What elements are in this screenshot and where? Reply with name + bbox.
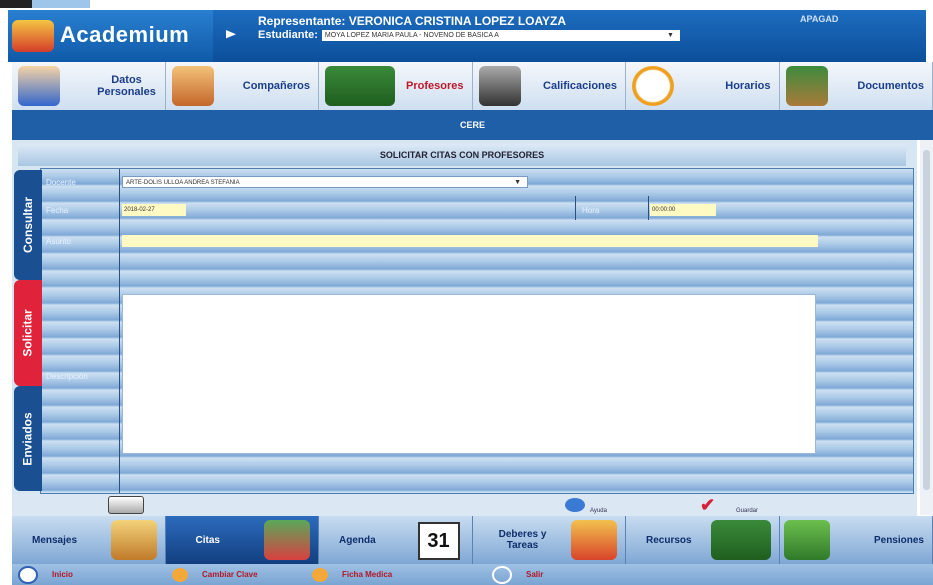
nav-label: Pensiones: [873, 534, 924, 546]
docente-label: Docente: [46, 178, 76, 187]
descripcion-textarea[interactable]: [122, 294, 816, 454]
footer-bar: Inicio Cambiar Clave Ficha Medica Salir: [12, 564, 933, 585]
nav-label: Compañeros: [242, 80, 310, 92]
footer-label: Inicio: [52, 570, 73, 579]
form-subtitle: SOLICITAR CITAS CON PROFESORES: [18, 144, 906, 166]
divider: [648, 196, 649, 220]
nav-label: Profesores: [406, 80, 464, 92]
money-icon: [783, 520, 830, 560]
nav-label: Mensajes: [32, 534, 78, 546]
nav-companeros[interactable]: Compañeros: [165, 62, 319, 110]
nav-recursos[interactable]: Recursos: [626, 516, 780, 564]
footer-label: Salir: [526, 570, 544, 579]
clock-icon: [632, 66, 674, 106]
student-select-value: MOYA LOPEZ MARIA PAULA - NOVENO DE BASIC…: [324, 31, 499, 39]
footer-inicio[interactable]: Inicio: [12, 564, 172, 585]
key-icon: [172, 567, 188, 582]
nav-deberes-tareas[interactable]: Deberes y Tareas: [472, 516, 626, 564]
asunto-field[interactable]: [122, 235, 818, 247]
main-nav: Datos Personales Compañeros Profesores C…: [12, 62, 933, 110]
power-icon: [492, 565, 512, 584]
footer-cambiar-clave[interactable]: Cambiar Clave: [172, 564, 312, 585]
help-label: Ayuda: [590, 508, 607, 514]
calendar-icon: 31: [417, 522, 460, 560]
scrollbar-thumb[interactable]: [923, 150, 930, 490]
representante-name: VERONICA CRISTINA LOPEZ LOAYZA: [348, 14, 567, 28]
chevron-down-icon: ▼: [514, 179, 521, 186]
student-select[interactable]: MOYA LOPEZ MARIA PAULA - NOVENO DE BASIC…: [321, 29, 680, 41]
nav-pensiones[interactable]: Pensiones: [779, 516, 933, 564]
home-icon: [18, 565, 38, 584]
meeting-icon: [264, 520, 310, 560]
nav-label: Recursos: [646, 534, 692, 546]
top-right-label: APAGAD: [800, 14, 839, 24]
scrollbar[interactable]: [920, 140, 933, 515]
person-icon: [18, 66, 60, 106]
corner-logo: [0, 0, 90, 8]
nav-documentos[interactable]: Documentos: [779, 62, 933, 110]
app-name: Academium: [60, 22, 190, 47]
document-icon[interactable]: [108, 496, 144, 514]
footer-label: Cambiar Clave: [202, 570, 258, 579]
books-icon: [785, 66, 828, 106]
label-column: [42, 169, 120, 493]
grades-icon: [478, 66, 521, 106]
nav-calificaciones[interactable]: Calificaciones: [472, 62, 626, 110]
tab-label: Enviados: [21, 411, 36, 466]
academium-logo-icon: [12, 20, 54, 52]
nav-horarios[interactable]: Horarios: [626, 62, 780, 110]
nav-label: Horarios: [725, 80, 771, 92]
nav-agenda[interactable]: Agenda 31: [319, 516, 473, 564]
nav-label: Deberes y Tareas: [498, 529, 547, 551]
nav-citas[interactable]: Citas: [165, 516, 319, 564]
fecha-label: Fecha: [46, 206, 69, 215]
nav-label: Datos Personales: [97, 74, 156, 98]
tab-label: Solicitar: [21, 309, 36, 357]
fecha-field[interactable]: 2018-02-27: [122, 204, 186, 216]
resources-icon: [710, 520, 771, 560]
estudiante-label: Estudiante:: [258, 29, 318, 41]
save-check-icon[interactable]: ✔: [700, 496, 730, 514]
descripcion-label: Descripción: [46, 372, 88, 381]
tab-enviados[interactable]: Enviados: [14, 386, 42, 491]
action-bar: [12, 494, 917, 516]
teacher-icon: [325, 66, 395, 106]
nav-label: Calificaciones: [543, 80, 617, 92]
nav-label: Citas: [195, 534, 220, 546]
hora-field[interactable]: 00:00:00: [650, 204, 716, 216]
nav-mensajes[interactable]: Mensajes: [12, 516, 166, 564]
divider: [575, 196, 576, 220]
tab-label: Consultar: [21, 196, 36, 254]
hora-label: Hora: [582, 206, 600, 215]
nav-label: Documentos: [857, 80, 924, 92]
representante-line: Representante: VERONICA CRISTINA LOPEZ L…: [258, 14, 566, 28]
footer-salir[interactable]: Salir: [492, 564, 632, 585]
docente-select[interactable]: ARTE-DOLIS ULLOA ANDREA STEFANIA ▼: [122, 176, 528, 188]
representante-label: Representante:: [258, 14, 346, 28]
asunto-label: Asunto: [46, 237, 71, 246]
student-line: Estudiante: MOYA LOPEZ MARIA PAULA - NOV…: [258, 29, 680, 41]
docente-select-value: ARTE-DOLIS ULLOA ANDREA STEFANIA: [126, 180, 240, 186]
chevron-down-icon: ▼: [666, 31, 674, 39]
save-label: Guardar: [736, 508, 759, 514]
messages-icon: [110, 520, 157, 560]
footer-ficha-medica[interactable]: Ficha Medica: [312, 564, 492, 585]
help-icon[interactable]: [565, 498, 585, 512]
nav-profesores[interactable]: Profesores: [319, 62, 473, 110]
homework-icon: [571, 520, 617, 560]
tab-solicitar[interactable]: Solicitar: [14, 280, 42, 386]
classmates-icon: [171, 66, 214, 106]
tab-consultar[interactable]: Consultar: [14, 170, 42, 280]
nav-label: Agenda: [339, 534, 376, 546]
medical-icon: [312, 567, 328, 582]
section-title: CERE: [12, 110, 933, 140]
footer-label: Ficha Medica: [342, 570, 393, 579]
bottom-nav: Mensajes Citas Agenda 31 Deberes y Tarea…: [12, 516, 933, 564]
nav-datos-personales[interactable]: Datos Personales: [12, 62, 166, 110]
